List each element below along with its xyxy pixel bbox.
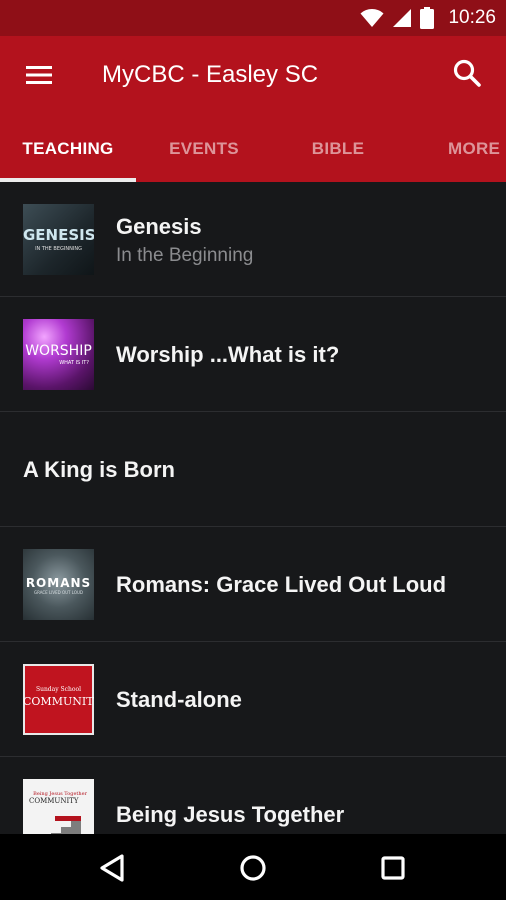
tab-events[interactable]: EVENTS [136,124,272,182]
home-icon[interactable] [233,848,273,888]
stand-alone-thumbnail: Sunday School COMMUNITY [23,664,94,735]
navigation-bar [0,834,506,900]
romans-thumbnail: ROMANS GRACE LIVED OUT LOUD [23,549,94,620]
worship-thumbnail: WORSHIP WHAT IS IT? [23,319,94,390]
list-item-title: A King is Born [23,457,175,482]
list-item-title: Worship ...What is it? [116,342,340,367]
status-bar: 10:26 [0,0,506,36]
status-time: 10:26 [448,7,496,28]
hamburger-menu-icon[interactable] [24,63,54,87]
app-title: MyCBC - Easley SC [102,61,319,88]
tab-bible[interactable]: BIBLE [272,124,404,182]
list-item-title: Stand-alone [116,687,242,712]
tab-bar: TEACHING EVENTS BIBLE MORE [0,124,506,182]
list-item-subtitle: In the Beginning [116,245,254,266]
thumbnail-subtitle: WHAT IS IT? [59,360,89,366]
list-item-stand-alone[interactable]: Sunday School COMMUNITY Stand-alone [0,642,506,757]
list-item-genesis[interactable]: GENESIS IN THE BEGINNING Genesis In the … [0,182,506,297]
app-bar: MyCBC - Easley SC TEACHING EVENTS BIBLE … [0,36,506,182]
being-jesus-together-thumbnail: Being Jesus Together COMMUNITY [23,779,94,834]
thumbnail-subtitle: GRACE LIVED OUT LOUD [33,590,84,595]
list-item-worship[interactable]: WORSHIP WHAT IS IT? Worship ...What is i… [0,297,506,412]
battery-icon [420,7,435,29]
genesis-thumbnail: GENESIS IN THE BEGINNING [23,204,94,275]
back-icon[interactable] [93,848,133,888]
teaching-list: GENESIS IN THE BEGINNING Genesis In the … [0,182,506,834]
thumbnail-subtitle: Sunday School [35,686,82,693]
tab-more[interactable]: MORE [404,124,506,182]
wifi-icon [360,9,384,27]
list-item-title: Being Jesus Together [116,802,345,827]
thumbnail-title: COMMUNITY [23,695,94,708]
signal-icon [393,9,412,27]
stairs-illustration [51,816,81,834]
thumbnail-title: GENESIS [23,226,94,244]
thumbnail-title: WORSHIP [25,343,92,359]
list-item-romans[interactable]: ROMANS GRACE LIVED OUT LOUD Romans: Grac… [0,527,506,642]
list-item-being-jesus-together[interactable]: Being Jesus Together COMMUNITY Being Jes… [0,757,506,834]
thumbnail-title: ROMANS [25,576,92,590]
list-item-title: Romans: Grace Lived Out Loud [116,572,447,597]
search-icon[interactable] [452,58,482,88]
list-item-a-king-is-born[interactable]: A King is Born [0,412,506,527]
status-icons: 10:26 [360,0,496,36]
thumbnail-subtitle: IN THE BEGINNING [35,246,82,252]
recents-icon[interactable] [373,848,413,888]
list-item-title: Genesis [116,214,202,239]
thumbnail-title: COMMUNITY [29,797,79,805]
tab-teaching[interactable]: TEACHING [0,124,136,182]
